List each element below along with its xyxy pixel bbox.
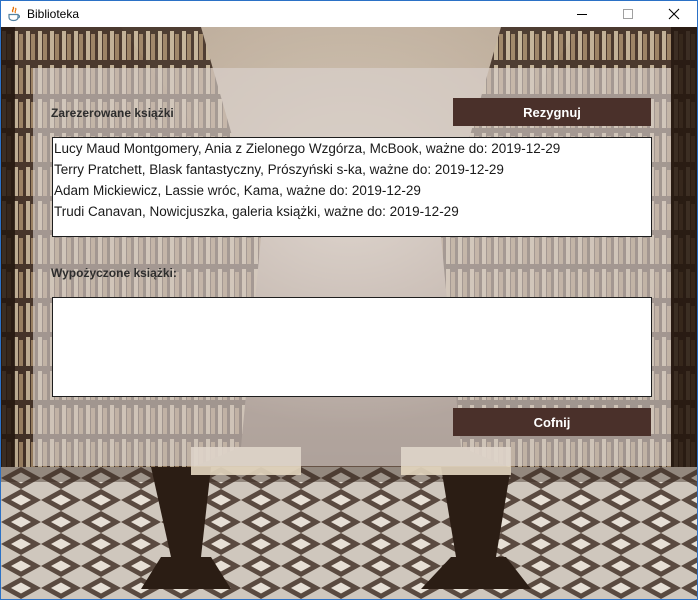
cancel-reservation-button[interactable]: Rezygnuj	[453, 98, 651, 126]
minimize-button[interactable]	[559, 1, 605, 27]
window-controls	[559, 1, 697, 27]
reserved-books-label: Zarezerowane książki	[51, 106, 174, 120]
main-panel: Zarezerowane książki Rezygnuj Lucy Maud …	[33, 68, 671, 466]
list-item[interactable]: Trudi Canavan, Nowicjuszka, galeria ksią…	[53, 201, 651, 222]
reserved-books-list[interactable]: Lucy Maud Montgomery, Ania z Zielonego W…	[52, 137, 652, 237]
list-item[interactable]: Adam Mickiewicz, Lassie wróc, Kama, ważn…	[53, 180, 651, 201]
app-window: Biblioteka Zarezerowane książki Rezygnuj…	[0, 0, 698, 600]
maximize-icon	[623, 9, 633, 19]
title-bar[interactable]: Biblioteka	[1, 1, 697, 27]
list-item[interactable]: Terry Pratchett, Blask fantastyczny, Pró…	[53, 159, 651, 180]
borrowed-books-label: Wypożyczone książki:	[51, 266, 177, 280]
content-area: Zarezerowane książki Rezygnuj Lucy Maud …	[1, 27, 697, 599]
close-button[interactable]	[651, 1, 697, 27]
list-item[interactable]: Lucy Maud Montgomery, Ania z Zielonego W…	[53, 138, 651, 159]
java-cup-icon	[6, 6, 22, 22]
back-button[interactable]: Cofnij	[453, 408, 651, 436]
close-icon	[668, 8, 680, 20]
window-title: Biblioteka	[27, 7, 80, 21]
maximize-button[interactable]	[605, 1, 651, 27]
minimize-icon	[577, 14, 587, 15]
borrowed-books-list[interactable]	[52, 297, 652, 397]
